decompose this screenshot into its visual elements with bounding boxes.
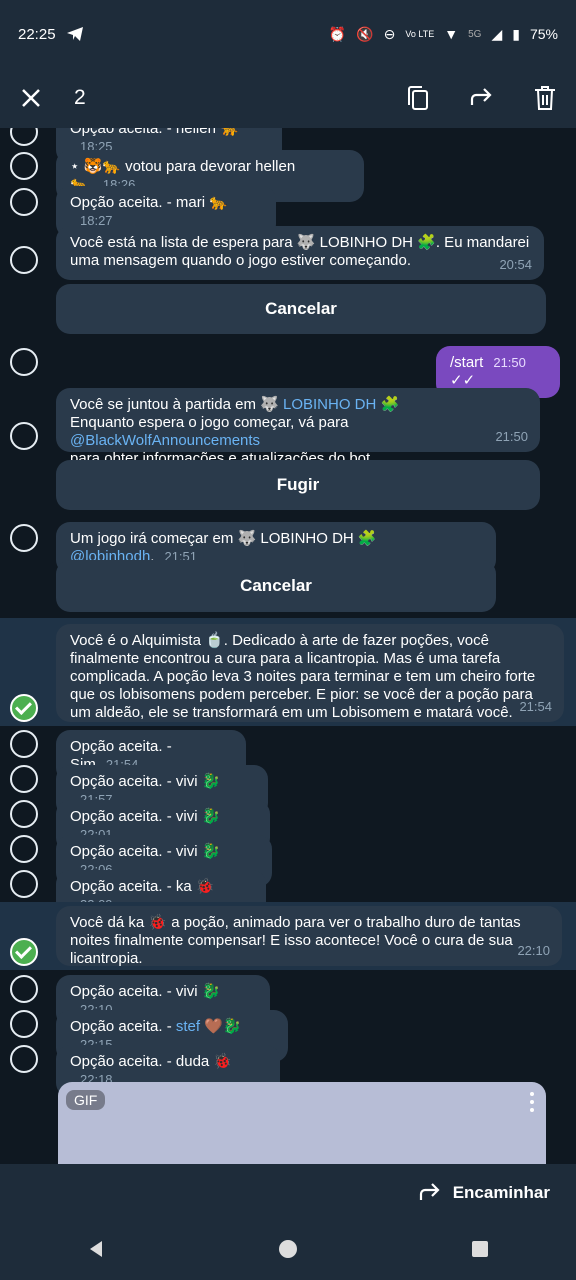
selection-app-bar: 2	[0, 68, 576, 128]
selected-count: 2	[74, 86, 86, 109]
user-link[interactable]: stef	[176, 1018, 200, 1035]
message-row[interactable]: Opção aceita. - hellen 🐆18:25	[0, 128, 576, 164]
mute-icon: 🔇	[356, 25, 374, 42]
select-circle[interactable]	[10, 835, 38, 863]
message-row[interactable]: Opção aceita. - Sim21:54	[0, 728, 576, 782]
message-row[interactable]: Você está na lista de espera para 🐺 LOBI…	[0, 226, 576, 282]
delete-icon[interactable]	[534, 85, 556, 111]
message-row[interactable]: Opção aceita. - vivi 🐉22:06	[0, 833, 576, 887]
system-nav-bar	[0, 1222, 576, 1280]
alarm-icon: ⏰	[328, 25, 347, 42]
cancel-button[interactable]: Cancelar	[56, 284, 546, 334]
home-icon[interactable]	[277, 1238, 299, 1265]
copy-icon[interactable]	[406, 85, 430, 111]
gif-label: GIF	[66, 1090, 106, 1110]
message-row[interactable]: Opção aceita. - vivi 🐉21:57	[0, 763, 576, 817]
select-circle[interactable]	[10, 730, 38, 758]
message-bubble: Você é o Alquimista 🍵. Dedicado à arte d…	[56, 624, 564, 722]
forward-icon[interactable]	[470, 85, 494, 111]
wifi-icon: ▼	[444, 26, 459, 42]
message-row[interactable]: Opção aceita. - ka 🐞22:09	[0, 868, 576, 922]
lte-label: Vo LTE	[405, 29, 435, 39]
select-circle[interactable]	[10, 128, 38, 146]
telegram-icon	[66, 26, 84, 42]
channel-link[interactable]: @BlackWolfAnnouncements	[70, 432, 260, 449]
group-link[interactable]: 🐺 LOBINHO DH 🧩	[260, 396, 399, 413]
select-circle[interactable]	[10, 870, 38, 898]
clock: 22:25	[18, 25, 56, 43]
message-bubble: Você se juntou à partida em 🐺 LOBINHO DH…	[56, 388, 540, 467]
dnd-icon: ⊖	[383, 25, 396, 42]
forward-bar: Encaminhar	[0, 1164, 576, 1222]
select-circle[interactable]	[10, 975, 38, 1003]
message-row[interactable]: Opção aceita. - vivi 🐉22:01	[0, 798, 576, 852]
status-bar: 22:25 ⏰ 🔇 ⊖ Vo LTE ▼ 5G ◢ ▮ 75%	[0, 0, 576, 68]
cancel-button[interactable]: Cancelar	[56, 560, 496, 612]
more-options-icon[interactable]	[530, 1092, 536, 1116]
selected-message-row[interactable]: Você é o Alquimista 🍵. Dedicado à arte d…	[0, 618, 576, 726]
forward-arrow-icon[interactable]	[419, 1183, 441, 1203]
chat-area[interactable]: Opção aceita. - hellen 🐆18:25 ⋆ 🐯🐆 votou…	[0, 128, 576, 1164]
flee-button[interactable]: Fugir	[56, 460, 540, 510]
double-check-icon: ✓✓	[450, 372, 476, 389]
message-row[interactable]: Um jogo irá começar em 🐺 LOBINHO DH 🧩 @l…	[0, 522, 576, 574]
forward-button[interactable]: Encaminhar	[453, 1183, 550, 1203]
gif-message[interactable]: GIF	[58, 1082, 546, 1164]
select-circle[interactable]	[10, 422, 38, 450]
message-row[interactable]: Opção aceita. - mari 🐆18:27	[0, 186, 576, 238]
message-row[interactable]: Você se juntou à partida em 🐺 LOBINHO DH…	[0, 388, 576, 467]
message-bubble: Você está na lista de espera para 🐺 LOBI…	[56, 226, 544, 280]
select-circle[interactable]	[10, 765, 38, 793]
battery-icon: ▮	[512, 25, 520, 42]
status-icons: ⏰ 🔇 ⊖ Vo LTE ▼ 5G ◢ ▮ 75%	[329, 26, 558, 43]
select-circle[interactable]	[10, 152, 38, 180]
recents-icon[interactable]	[470, 1239, 490, 1264]
select-circle[interactable]	[10, 348, 38, 376]
signal-icon: ◢	[491, 25, 503, 42]
message-row[interactable]: Opção aceita. - stef 🤎🐉22:15	[0, 1008, 576, 1062]
message-row[interactable]: Opção aceita. - duda 🐞22:18	[0, 1043, 576, 1097]
message-row[interactable]: Opção aceita. - vivi 🐉22:10	[0, 973, 576, 1027]
selected-message-row[interactable]: Você dá ka 🐞 a poção, animado para ver o…	[0, 902, 576, 970]
select-circle-checked[interactable]	[10, 694, 38, 722]
close-icon[interactable]	[20, 87, 42, 109]
select-circle[interactable]	[10, 800, 38, 828]
message-bubble: Você dá ka 🐞 a poção, animado para ver o…	[56, 906, 562, 967]
message-row[interactable]: ⋆ 🐯🐆 votou para devorar hellen 🐆. 18:26	[0, 150, 576, 202]
select-circle[interactable]	[10, 188, 38, 216]
select-circle[interactable]	[10, 246, 38, 274]
select-circle[interactable]	[10, 1010, 38, 1038]
select-circle[interactable]	[10, 524, 38, 552]
select-circle-checked[interactable]	[10, 938, 38, 966]
battery-label: 75%	[529, 26, 558, 42]
network-label: 5G	[468, 28, 482, 40]
back-icon[interactable]	[86, 1239, 106, 1264]
message-row[interactable]: /start 21:50 ✓✓	[0, 344, 576, 398]
select-circle[interactable]	[10, 1045, 38, 1073]
